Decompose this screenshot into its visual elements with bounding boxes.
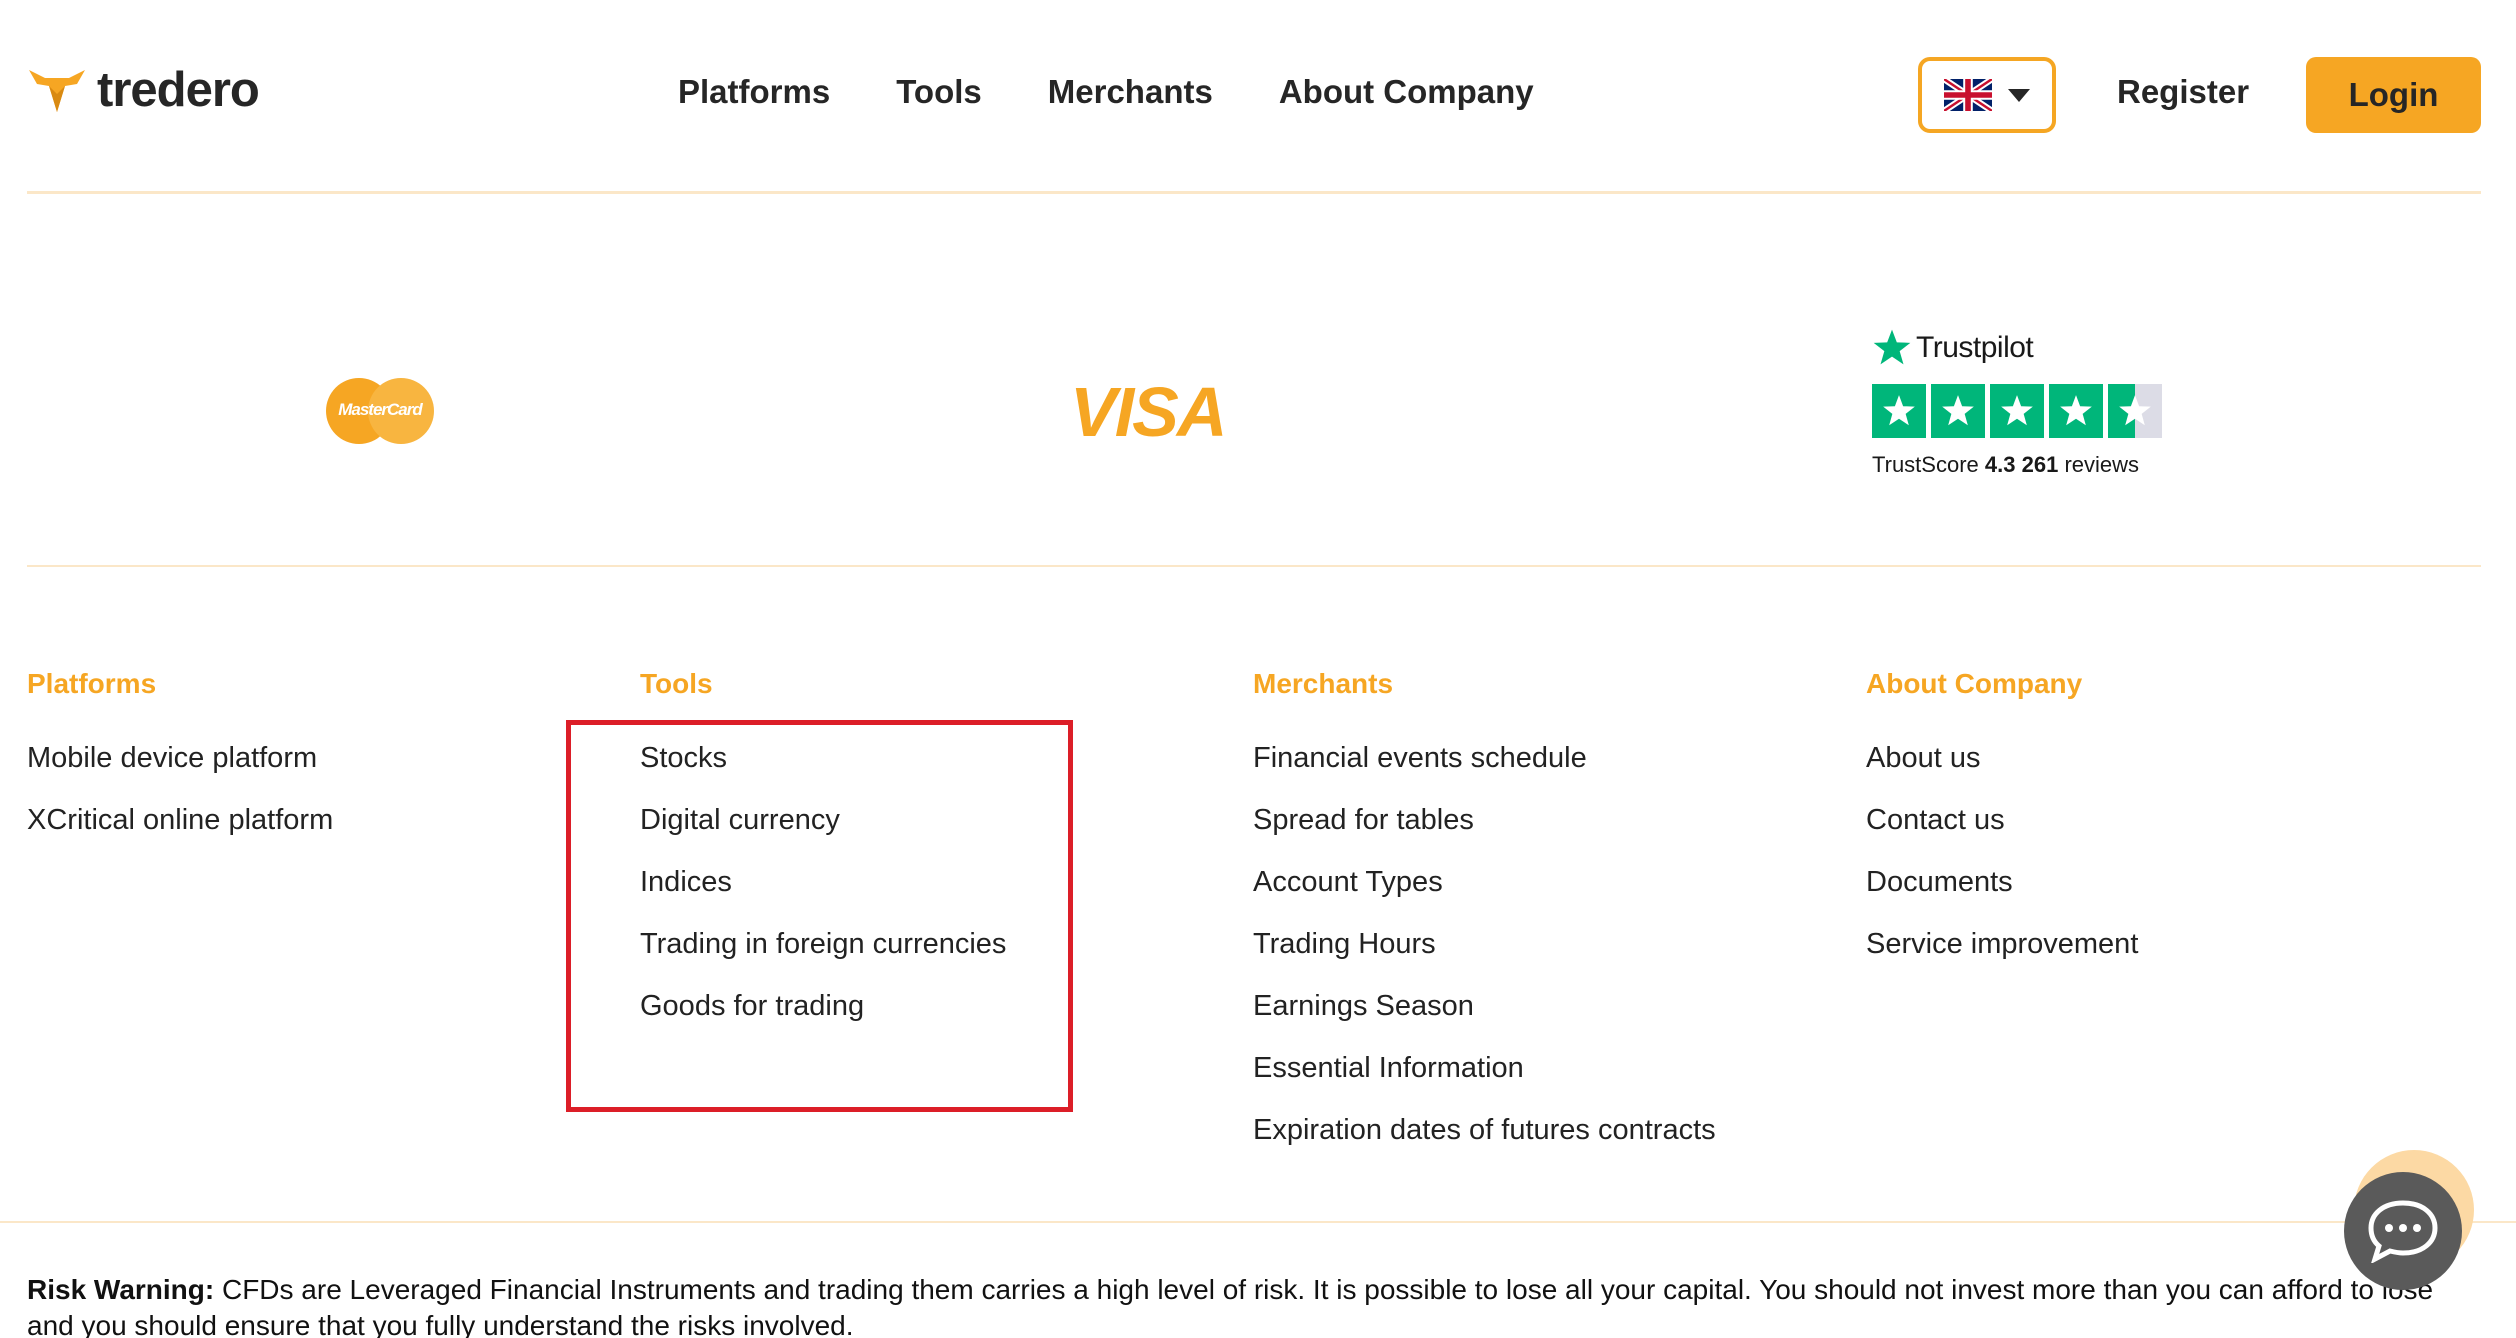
half-star-icon [2108,384,2162,438]
footer-link[interactable]: Documents [1866,866,2138,928]
nav-tools[interactable]: Tools [896,73,982,111]
trustscore-text: TrustScore 4.3 261 reviews [1872,452,2172,478]
register-link[interactable]: Register [2117,73,2249,111]
chat-bubble-icon [2368,1200,2438,1263]
nav-platforms[interactable]: Platforms [678,73,830,111]
trustpilot-name: Trustpilot [1916,331,2034,364]
link-list: Mobile device platform XCritical online … [27,742,333,866]
trustscore-prefix: TrustScore [1872,452,1979,477]
risk-warning-text: CFDs are Leveraged Financial Instruments… [27,1274,2434,1338]
mastercard-text: MasterCard [338,400,423,419]
main-nav: Platforms Tools Merchants About Company [678,73,1600,111]
risk-warning-label: Risk Warning: [27,1274,215,1305]
footer-link[interactable]: XCritical online platform [27,804,333,866]
trustscore-reviews-suffix: reviews [2064,452,2140,477]
footer-link[interactable]: Financial events schedule [1253,742,1716,804]
trustscore-review-count: 261 [2021,452,2059,477]
highlight-annotation-box [566,720,1073,1112]
footer-link[interactable]: About us [1866,742,2138,804]
risk-warning: Risk Warning: CFDs are Leveraged Financi… [27,1272,2467,1338]
footer-link[interactable]: Essential Information [1253,1052,1716,1114]
trustpilot-header: Trustpilot [1872,328,2172,368]
star-icon [1872,384,1926,438]
language-selector[interactable] [1918,57,2056,133]
mastercard-logo: MasterCard [326,378,434,446]
footer-link[interactable]: Contact us [1866,804,2138,866]
site-header: tredero Platforms Tools Merchants About … [0,0,2516,193]
footer-link[interactable]: Earnings Season [1253,990,1716,1052]
link-list: Financial events schedule Spread for tab… [1253,742,1716,1176]
star-icon [1990,384,2044,438]
footer-link[interactable]: Expiration dates of futures contracts [1253,1114,1716,1176]
star-icon [1931,384,1985,438]
section-divider [27,565,2481,567]
bull-logo-icon [29,70,85,112]
footer-link[interactable]: Spread for tables [1253,804,1716,866]
footer-link[interactable]: Account Types [1253,866,1716,928]
trustpilot-widget[interactable]: Trustpilot TrustScore 4.3 261 reviews [1872,328,2172,478]
footer-column-platforms: Platforms Mobile device platform XCritic… [27,668,333,866]
trustpilot-star-icon [1873,329,1911,365]
trustscore-value: 4.3 [1984,452,2016,477]
footer-column-about-company: About Company About us Contact us Docume… [1866,668,2138,990]
uk-flag-icon [1944,79,1992,111]
column-heading: Tools [640,668,713,699]
chat-button[interactable] [2344,1172,2462,1290]
nav-about-company[interactable]: About Company [1279,73,1534,111]
header-divider [27,191,2481,194]
link-list: About us Contact us Documents Service im… [1866,742,2138,990]
logo-text: tredero [97,63,260,117]
star-icon [2049,384,2103,438]
footer-link[interactable]: Service improvement [1866,928,2138,990]
footer-divider [0,1221,2516,1223]
column-heading: About Company [1866,668,2083,699]
column-heading: Platforms [27,668,157,699]
nav-merchants[interactable]: Merchants [1048,73,1213,111]
column-heading: Merchants [1253,668,1394,699]
chevron-down-icon [2008,88,2030,102]
visa-logo: VISA [1070,373,1227,451]
login-button[interactable]: Login [2306,57,2481,133]
footer-link[interactable]: Trading Hours [1253,928,1716,990]
footer-link[interactable]: Mobile device platform [27,742,333,804]
logo[interactable]: tredero [27,62,260,118]
footer-column-merchants: Merchants Financial events schedule Spre… [1253,668,1716,1176]
chat-widget[interactable] [2344,1150,2474,1290]
trustpilot-stars [1872,384,2172,438]
